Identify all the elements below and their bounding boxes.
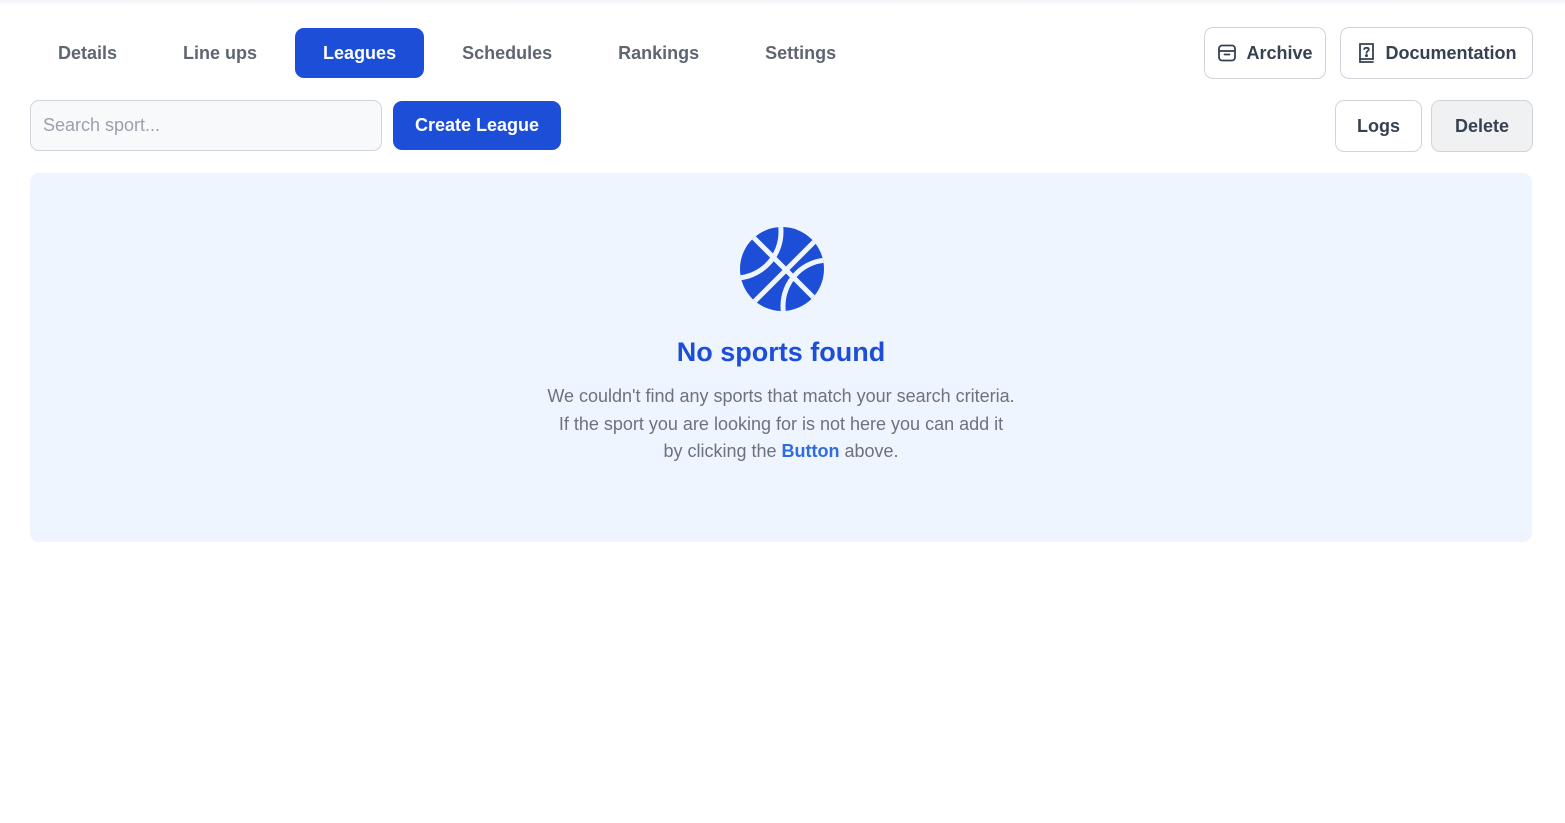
empty-state-description: We couldn't find any sports that match y… bbox=[481, 383, 1081, 466]
documentation-button[interactable]: Documentation bbox=[1340, 27, 1533, 79]
create-league-button[interactable]: Create League bbox=[393, 101, 561, 150]
documentation-label: Documentation bbox=[1385, 42, 1517, 63]
line-3-before: by clicking the bbox=[663, 441, 782, 461]
tab-rankings[interactable]: Rankings bbox=[590, 28, 727, 78]
tab-leagues[interactable]: Leagues bbox=[295, 28, 425, 78]
tab-line-ups[interactable]: Line ups bbox=[155, 28, 285, 78]
create-league-label: Create League bbox=[414, 115, 540, 135]
tab-details[interactable]: Details bbox=[30, 28, 145, 78]
tab-settings[interactable]: Settings bbox=[737, 28, 864, 78]
logs-button[interactable]: Logs bbox=[1335, 100, 1422, 152]
empty-state-title: No sports found bbox=[676, 337, 886, 367]
top-shadow bbox=[0, 0, 1565, 6]
empty-state-line-1: We couldn't find any sports that match y… bbox=[547, 386, 1015, 406]
question-book-icon bbox=[1356, 42, 1376, 64]
archive-button[interactable]: Archive bbox=[1204, 27, 1326, 79]
delete-label: Delete bbox=[1454, 115, 1510, 136]
button-link[interactable]: Button bbox=[782, 441, 840, 461]
line-3-after: above. bbox=[839, 441, 899, 461]
archive-box-icon bbox=[1217, 43, 1237, 63]
tab-bar: Details Line ups Leagues Schedules Ranki… bbox=[30, 28, 874, 78]
empty-state-panel: No sports found We couldn't find any spo… bbox=[30, 173, 1532, 542]
empty-state-line-2: If the sport you are looking for is not … bbox=[558, 413, 1004, 434]
tab-schedules[interactable]: Schedules bbox=[434, 28, 580, 78]
logs-label: Logs bbox=[1357, 115, 1400, 136]
basketball-icon bbox=[740, 227, 824, 311]
delete-button[interactable]: Delete bbox=[1431, 100, 1533, 152]
search-input[interactable] bbox=[30, 100, 382, 151]
archive-label: Archive bbox=[1246, 42, 1313, 63]
empty-state-line-3: by clicking the Button above. bbox=[481, 438, 1081, 466]
